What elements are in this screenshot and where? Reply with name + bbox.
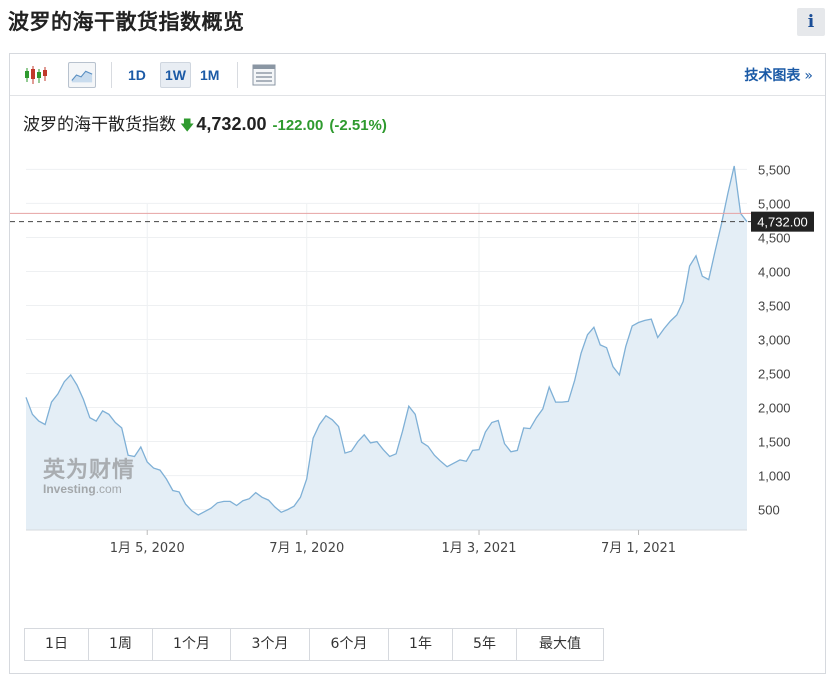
tech-chart-link[interactable]: 技术图表»: [744, 65, 813, 85]
chart-card: 1D 1W 1M 技术图表» 波罗的海干散货指数 🡇 4,732.00 -122.00…: [9, 53, 826, 674]
y-tick-label: 3,500: [758, 298, 791, 313]
watermark-suffix: .com: [95, 482, 122, 496]
time-range-bar: 1日 1周 1个月 3个月 6个月 1年 5年 最大值: [24, 628, 604, 661]
down-arrow-icon: 🡇: [180, 118, 195, 134]
y-tick-label: 1,000: [758, 469, 791, 484]
range-6m-button[interactable]: 6个月: [310, 629, 389, 660]
x-tick-label: 1月 3, 2021: [442, 541, 517, 556]
toolbar-divider: [237, 62, 238, 88]
price-chart[interactable]: 500 1,000 1,500 2,000 2,500 3,000 3,500 4,000 4,…: [10, 149, 825, 619]
y-tick-label: 2,000: [758, 401, 791, 416]
price-change-percent: (-2.51%): [329, 117, 387, 134]
watermark-en: Investing: [43, 482, 96, 496]
page-title: 波罗的海干散货指数概览: [8, 10, 245, 34]
price-change: -122.00: [272, 117, 324, 134]
y-tick-label: 1,500: [758, 435, 791, 450]
range-1y-button[interactable]: 1年: [389, 629, 453, 660]
chart-toolbar: 1D 1W 1M 技术图表»: [10, 54, 825, 96]
interval-1w-button[interactable]: 1W: [160, 62, 191, 88]
interval-1d-button[interactable]: 1D: [124, 62, 150, 88]
y-tick-label: 2,500: [758, 367, 791, 382]
last-price: 4,732.00: [196, 114, 267, 134]
y-tick-label: 4,500: [758, 230, 791, 245]
toolbar-divider: [111, 62, 112, 88]
table-view-icon[interactable]: [250, 62, 278, 88]
index-name: 波罗的海干散货指数: [23, 115, 176, 135]
info-icon[interactable]: i: [797, 8, 825, 36]
x-tick-label: 7月 1, 2021: [601, 541, 676, 556]
y-tick-label: 500: [758, 503, 780, 518]
y-tick-label: 4,000: [758, 264, 791, 279]
range-3m-button[interactable]: 3个月: [231, 629, 310, 660]
range-1w-button[interactable]: 1周: [89, 629, 153, 660]
last-price-badge-label: 4,732.00: [757, 215, 808, 230]
range-1m-button[interactable]: 1个月: [153, 629, 231, 660]
quote-line: 波罗的海干散货指数 🡇 4,732.00 -122.00 (-2.51%): [23, 110, 387, 139]
y-tick-label: 5,000: [758, 196, 791, 211]
investing-watermark: 英为财情 Investing.com: [43, 452, 135, 496]
interval-1m-button[interactable]: 1M: [196, 62, 223, 88]
area-chart-icon[interactable]: [68, 62, 96, 88]
range-5y-button[interactable]: 5年: [453, 629, 517, 660]
candlestick-chart-icon[interactable]: [22, 62, 50, 88]
x-tick-label: 1月 5, 2020: [110, 541, 185, 556]
watermark-cn: 英为财情: [43, 458, 136, 483]
range-max-button[interactable]: 最大值: [517, 629, 603, 660]
y-tick-label: 5,500: [758, 162, 791, 177]
x-tick-label: 7月 1, 2020: [269, 541, 344, 556]
y-tick-label: 3,000: [758, 333, 791, 348]
range-1d-button[interactable]: 1日: [25, 629, 89, 660]
